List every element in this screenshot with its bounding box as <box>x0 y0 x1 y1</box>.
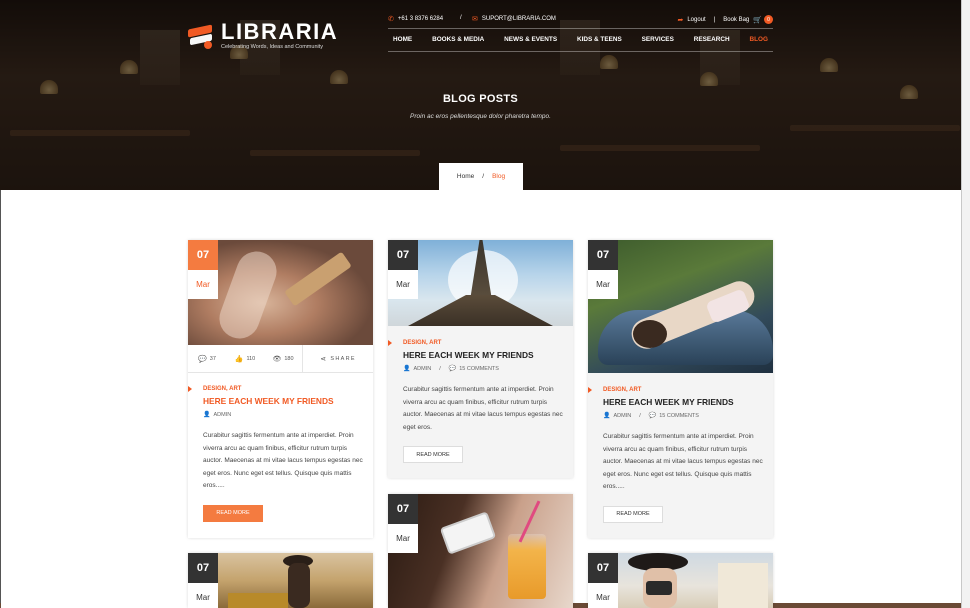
nav-blog[interactable]: BLOG <box>744 36 772 48</box>
brand-tagline: Celebrating Words, Ideas and Community <box>221 44 324 50</box>
share-icon: ⋖ <box>320 355 328 363</box>
breadcrumb-home[interactable]: Home <box>457 173 474 180</box>
share-button[interactable]: ⋖ SHARE <box>302 344 373 373</box>
comments-count[interactable]: 💬 37 <box>188 355 226 363</box>
brand-logo[interactable]: LIBRARIA Celebrating Words, Ideas and Co… <box>188 21 338 50</box>
post-month: Mar <box>388 270 418 299</box>
topbar-pipe: | <box>713 16 716 23</box>
post-comments[interactable]: 15 COMMENTS <box>659 413 699 419</box>
views-value: 180 <box>284 355 294 362</box>
books-logo-icon <box>188 23 216 49</box>
share-label: SHARE <box>330 355 356 362</box>
nav-kids-teens[interactable]: KIDS & TEENS <box>572 36 627 48</box>
post-comments[interactable]: 15 COMMENTS <box>459 366 499 372</box>
phone-contact[interactable]: ✆ +61 3 8376 6284 <box>388 15 443 23</box>
page-subtitle: Proin ac eros pellentesque dolor pharetr… <box>410 113 551 120</box>
blog-post-card: 07 Mar <box>588 553 773 608</box>
read-more-button[interactable]: READ MORE <box>603 505 663 523</box>
post-date: 07 Mar <box>188 553 218 608</box>
post-day: 07 <box>388 240 418 270</box>
post-day: 07 <box>588 553 618 583</box>
post-title[interactable]: HERE EACH WEEK MY FRIENDS <box>203 396 363 406</box>
comments-value: 37 <box>209 355 216 362</box>
breadcrumb-current: Blog <box>492 173 506 180</box>
book-bag-link[interactable]: Book Bag 🛒 0 <box>723 15 773 24</box>
post-month: Mar <box>188 270 218 299</box>
post-date: 07 Mar <box>188 240 218 299</box>
topbar-separator: / <box>460 15 462 21</box>
views-count: 👁 180 <box>264 355 302 363</box>
cart-icon: 🛒 <box>753 16 762 24</box>
envelope-icon: ✉ <box>472 16 478 23</box>
post-month: Mar <box>588 270 618 299</box>
likes-count[interactable]: 👍 110 <box>226 355 264 363</box>
post-title[interactable]: HERE EACH WEEK MY FRIENDS <box>403 350 563 360</box>
post-day: 07 <box>188 553 218 583</box>
blog-post-card: 07 Mar 💬 37 👍 110 👁 180 ⋖ SHARE DESIGN, ART … <box>188 240 373 538</box>
user-icon: 👤 <box>403 366 411 372</box>
user-icon: 👤 <box>203 412 211 418</box>
post-day: 07 <box>588 240 618 270</box>
likes-value: 110 <box>246 355 256 362</box>
post-excerpt: Curabitur sagittis fermentum ante at imp… <box>603 433 763 491</box>
post-month: Mar <box>188 583 218 608</box>
blog-post-card: 07 Mar <box>188 553 373 608</box>
blog-post-card: 07 Mar <box>388 494 573 608</box>
comment-icon: 💬 <box>198 355 207 363</box>
nav-home[interactable]: HOME <box>388 36 417 48</box>
post-day: 07 <box>388 494 418 524</box>
read-more-button[interactable]: READ MORE <box>203 504 263 522</box>
comment-icon: 💬 <box>448 366 457 372</box>
blog-post-card: 07 Mar DESIGN, ART HERE EACH WEEK MY FRI… <box>388 240 573 478</box>
nav-research[interactable]: RESEARCH <box>689 36 735 48</box>
post-excerpt: Curabitur sagittis fermentum ante at imp… <box>203 432 363 490</box>
post-category[interactable]: DESIGN, ART <box>388 340 563 346</box>
post-category[interactable]: DESIGN, ART <box>588 387 763 393</box>
logout-icon: ➦ <box>677 16 684 24</box>
post-month: Mar <box>388 524 418 553</box>
post-date: 07 Mar <box>388 240 418 299</box>
post-category[interactable]: DESIGN, ART <box>188 386 363 392</box>
post-stats: 💬 37 👍 110 👁 180 ⋖ SHARE <box>188 344 373 373</box>
post-excerpt: Curabitur sagittis fermentum ante at imp… <box>403 386 563 431</box>
post-author[interactable]: ADMIN <box>613 413 631 419</box>
top-bar: ✆ +61 3 8376 6284 / ✉ SUPORT@LIBRARIA.CO… <box>388 15 773 25</box>
post-title[interactable]: HERE EACH WEEK MY FRIENDS <box>603 397 763 407</box>
nav-books-media[interactable]: BOOKS & MEDIA <box>427 36 489 48</box>
nav-news-events[interactable]: NEWS & EVENTS <box>499 36 562 48</box>
post-date: 07 Mar <box>388 494 418 553</box>
post-byline: 👤 ADMIN / 💬 15 COMMENTS <box>403 365 499 373</box>
breadcrumb: Home / Blog <box>439 163 523 190</box>
thumbs-up-icon: 👍 <box>234 355 244 363</box>
post-author[interactable]: ADMIN <box>213 412 231 418</box>
post-day: 07 <box>188 240 218 270</box>
logout-link[interactable]: ➦ Logout <box>677 16 705 24</box>
book-bag-label: Book Bag <box>723 16 750 23</box>
post-byline: 👤 ADMIN <box>203 411 363 419</box>
logout-label: Logout <box>687 16 706 23</box>
post-month: Mar <box>588 583 618 608</box>
bag-count-badge: 0 <box>764 15 773 24</box>
post-date: 07 Mar <box>588 240 618 299</box>
breadcrumb-separator: / <box>482 173 485 180</box>
phone-number: +61 3 8376 6284 <box>397 16 444 22</box>
phone-icon: ✆ <box>388 16 394 23</box>
email-address: SUPORT@LIBRARIA.COM <box>481 16 556 22</box>
page-title: BLOG POSTS <box>442 93 519 105</box>
post-author[interactable]: ADMIN <box>413 366 431 372</box>
read-more-button[interactable]: READ MORE <box>403 446 463 464</box>
scrollbar[interactable] <box>961 0 970 608</box>
comment-icon: 💬 <box>648 413 657 419</box>
blog-post-card: 07 Mar DESIGN, ART HERE EACH WEEK MY FRI… <box>588 240 773 538</box>
post-date: 07 Mar <box>588 553 618 608</box>
nav-services[interactable]: SERVICES <box>637 36 679 48</box>
post-byline: 👤 ADMIN / 💬 15 COMMENTS <box>603 412 699 420</box>
email-contact[interactable]: ✉ SUPORT@LIBRARIA.COM <box>472 15 556 23</box>
user-icon: 👤 <box>603 413 611 419</box>
brand-name: LIBRARIA <box>221 19 339 44</box>
main-navigation: HOME BOOKS & MEDIA NEWS & EVENTS KIDS & … <box>388 36 773 48</box>
eye-icon: 👁 <box>272 355 282 363</box>
